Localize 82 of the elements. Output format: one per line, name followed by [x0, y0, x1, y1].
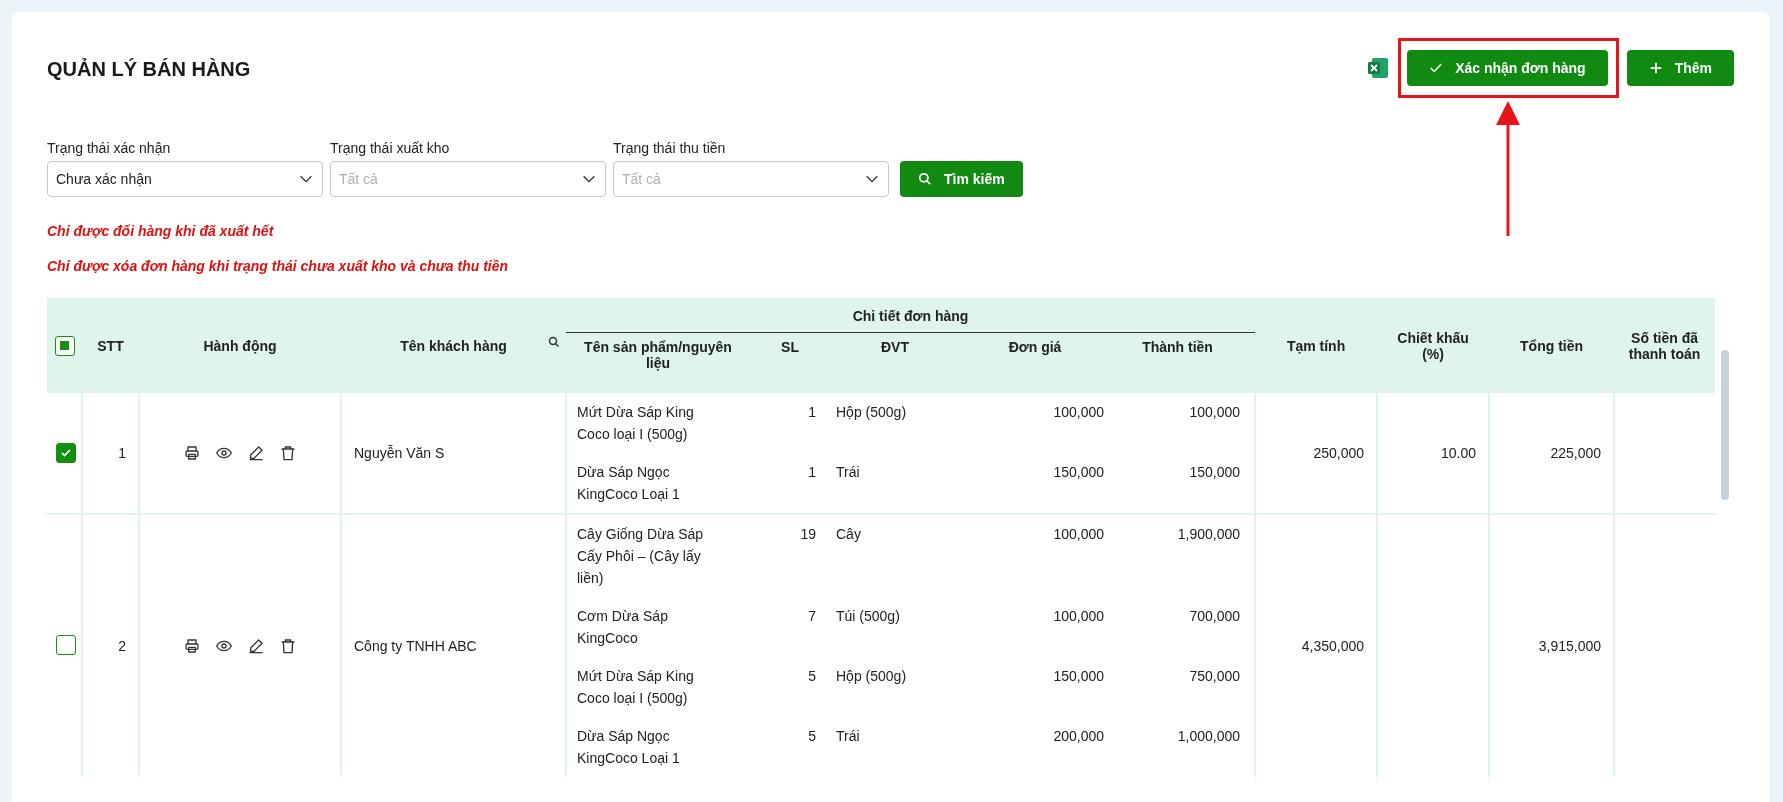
unit: Hộp (500g) [836, 404, 907, 420]
unit-price: 100,000 [1053, 608, 1104, 624]
unit-price: 200,000 [1053, 728, 1104, 744]
column-header: Hành động [203, 337, 277, 354]
line-amount: 100,000 [1189, 404, 1241, 420]
trash-icon[interactable] [280, 445, 296, 461]
product-name: Dừa Sáp Ngọc KingCoco Loại 1 [577, 728, 680, 766]
total: 3,915,000 [1538, 638, 1602, 654]
line-amount: 750,000 [1189, 668, 1241, 684]
unit-price: 100,000 [1053, 404, 1104, 420]
quantity: 5 [808, 668, 816, 684]
unit-price: 150,000 [1053, 668, 1104, 684]
line-amount: 150,000 [1189, 464, 1241, 480]
eye-icon[interactable] [216, 445, 232, 461]
printer-icon[interactable] [184, 445, 200, 461]
quantity: 1 [808, 404, 816, 420]
warning-note: Chỉ được xóa đơn hàng khi trạng thái chưa xuất kho và chưa thu tiền [47, 258, 510, 274]
quantity: 5 [808, 728, 816, 744]
column-header: Tạm tính [1286, 337, 1346, 354]
unit-price: 100,000 [1053, 526, 1104, 542]
printer-icon[interactable] [184, 638, 200, 654]
filter-label: Trạng thái xuất kho [330, 140, 451, 156]
search-icon[interactable] [548, 336, 560, 348]
quantity: 19 [800, 526, 816, 542]
product-name: Mứt Dừa Sáp King Coco loại I (500g) [577, 404, 694, 442]
column-header: Thành tiền [1142, 339, 1213, 355]
product-name: Dừa Sáp Ngọc KingCoco Loại 1 [577, 464, 680, 502]
line-amount: 1,900,000 [1177, 526, 1241, 542]
row-number: 2 [118, 638, 126, 654]
select-value: Chưa xác nhận [56, 171, 152, 187]
plus-icon [1648, 61, 1663, 75]
unit: Cây [836, 526, 861, 542]
product-name: Mứt Dừa Sáp King Coco loại I (500g) [577, 668, 694, 706]
spreadsheet-icon[interactable] [1366, 56, 1391, 80]
column-header: Tổng tiền [1520, 337, 1584, 354]
row-checkbox[interactable] [56, 634, 76, 655]
column-header: Số tiền đã thanh toán [1628, 329, 1701, 362]
customer-name: Nguyễn Văn S [354, 445, 445, 461]
column-header: ĐVT [881, 339, 909, 355]
unit: Trái [836, 464, 860, 480]
column-header: Tên sản phẩm/nguyên liệu [584, 339, 732, 371]
line-amount: 700,000 [1189, 608, 1241, 624]
unit: Túi (500g) [836, 608, 900, 624]
check-icon [60, 447, 72, 459]
search-icon [918, 172, 932, 186]
column-header: SL [781, 339, 799, 355]
filter-label: Trạng thái thu tiền [613, 140, 727, 156]
status-select[interactable]: Chưa xác nhận [47, 161, 323, 197]
column-header: Chiết khấu (%) [1396, 329, 1470, 362]
product-name: Cây Giống Dừa Sáp Cấy Phôi – (Cây lấy liền) [577, 526, 704, 586]
search-button[interactable]: Tìm kiếm [900, 161, 1023, 197]
pencil-icon[interactable] [248, 445, 264, 461]
row-checkbox[interactable] [56, 443, 76, 463]
row-number: 1 [118, 445, 126, 461]
check-icon [1429, 61, 1444, 75]
select-placeholder: Tất cả [622, 171, 661, 187]
line-amount: 1,000,000 [1177, 728, 1241, 744]
discount: 10.00 [1441, 445, 1477, 461]
unit: Hộp (500g) [836, 668, 907, 684]
unit: Trái [836, 728, 860, 744]
subtotal: 250,000 [1313, 445, 1365, 461]
eye-icon[interactable] [216, 638, 232, 654]
customer-name: Công ty TNHH ABC [354, 638, 477, 654]
select-all-checkbox[interactable] [54, 335, 75, 356]
trash-icon[interactable] [280, 638, 296, 654]
warning-note: Chỉ được đổi hàng khi đã xuất hết [47, 223, 275, 239]
column-header: Đơn giá [1008, 339, 1062, 355]
column-header: STT [97, 337, 124, 354]
quantity: 1 [808, 464, 816, 480]
quantity: 7 [808, 608, 816, 624]
filter-label: Trạng thái xác nhận [47, 140, 172, 156]
confirm-order-button[interactable]: Xác nhận đơn hàng [1407, 50, 1608, 86]
column-header: Chi tiết đơn hàng [852, 308, 969, 324]
select-placeholder: Tất cả [339, 171, 378, 187]
unit-price: 150,000 [1053, 464, 1104, 480]
total: 225,000 [1550, 445, 1602, 461]
pencil-icon[interactable] [248, 638, 264, 654]
product-name: Cơm Dừa Sáp KingCoco [577, 608, 668, 646]
column-header: Tên khách hàng [400, 337, 507, 354]
page-title: QUẢN LÝ BÁN HÀNG [47, 58, 251, 81]
subtotal: 4,350,000 [1301, 638, 1365, 654]
add-button[interactable]: Thêm [1626, 50, 1734, 86]
